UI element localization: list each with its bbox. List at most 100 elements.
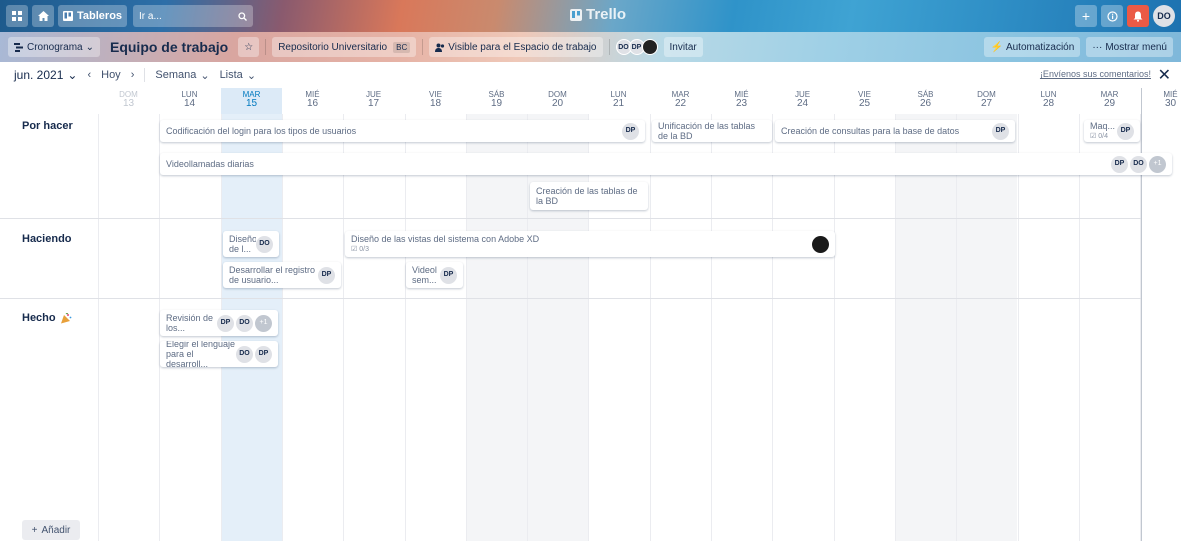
day-column bbox=[343, 114, 404, 541]
timeline-toolbar: jun. 2021 ⌄ ‹ Hoy › Semana ⌄ Lista ⌄ ¡En… bbox=[0, 62, 1181, 88]
card-elegir-lenguaje[interactable]: Elegir el lenguaje para el desarroll... … bbox=[160, 341, 278, 367]
card-videollamada-semanal[interactable]: Videol sem... DP bbox=[406, 262, 463, 288]
card-consultas-bd[interactable]: Creación de consultas para la base de da… bbox=[775, 120, 1015, 142]
day-column bbox=[1018, 114, 1079, 541]
card-unificacion-bd[interactable]: Unificación de las tablas de la BD bbox=[652, 120, 772, 142]
view-label: Cronograma bbox=[27, 41, 83, 53]
card-revision[interactable]: Revisión de los... DP DO +1 bbox=[160, 310, 278, 336]
day-number: 30 bbox=[1164, 98, 1177, 109]
bell-icon bbox=[1133, 11, 1143, 22]
day-header: LUN 21 bbox=[588, 88, 649, 114]
card-avatar[interactable]: DO bbox=[236, 345, 253, 363]
visibility-button[interactable]: Visible para el Espacio de trabajo bbox=[429, 37, 603, 57]
trello-logo[interactable]: Trello bbox=[570, 6, 626, 23]
day-number: 29 bbox=[1103, 98, 1116, 109]
show-menu-button[interactable]: ··· Mostrar menú bbox=[1086, 37, 1173, 57]
card-avatar[interactable]: DO bbox=[1130, 155, 1147, 173]
home-button[interactable] bbox=[32, 5, 54, 27]
group-dropdown[interactable]: Lista ⌄ bbox=[220, 69, 256, 82]
today-button[interactable]: Hoy bbox=[101, 69, 121, 81]
search-input[interactable]: Ir a... bbox=[133, 5, 254, 27]
card-photo-avatar[interactable] bbox=[812, 235, 829, 253]
card-creacion-tablas[interactable]: Creación de las tablas de la BD bbox=[530, 182, 648, 210]
day-header: MIÉ 16 bbox=[282, 88, 343, 114]
period-dropdown[interactable]: jun. 2021 ⌄ bbox=[14, 68, 77, 82]
star-icon: ☆ bbox=[244, 41, 254, 53]
more-members-badge[interactable]: +1 bbox=[1149, 155, 1166, 173]
party-popper-icon bbox=[60, 312, 72, 323]
info-icon bbox=[1106, 10, 1118, 22]
card-title: Codificación del login para los tipos de… bbox=[166, 126, 357, 136]
next-button[interactable]: › bbox=[131, 69, 135, 81]
card-avatar[interactable]: DP bbox=[1117, 122, 1134, 140]
day-column bbox=[405, 114, 466, 541]
card-avatar[interactable]: DP bbox=[1111, 155, 1128, 173]
card-avatar[interactable]: DP bbox=[318, 266, 335, 284]
plus-icon: + bbox=[1081, 8, 1091, 24]
trello-icon bbox=[570, 8, 582, 21]
card-diseno[interactable]: Diseño de l... DO bbox=[223, 231, 279, 257]
card-title: Creación de las tablas de la BD bbox=[536, 186, 638, 206]
close-button[interactable]: ✕ bbox=[1158, 65, 1171, 85]
workspace-button[interactable]: Repositorio Universitario BC bbox=[272, 37, 417, 57]
day-number: 15 bbox=[245, 98, 258, 109]
lane-divider bbox=[0, 218, 1141, 219]
card-avatar[interactable]: DO bbox=[236, 314, 253, 332]
day-number: 24 bbox=[796, 98, 809, 109]
checklist-value: 0/4 bbox=[1098, 132, 1108, 140]
day-number: 26 bbox=[919, 98, 932, 109]
day-number: 18 bbox=[429, 98, 442, 109]
view-switcher-button[interactable]: Cronograma ⌄ bbox=[8, 37, 100, 57]
apps-grid-button[interactable] bbox=[6, 5, 28, 27]
card-codificacion-login[interactable]: Codificación del login para los tipos de… bbox=[160, 120, 645, 142]
day-column bbox=[98, 114, 159, 541]
lane-label-haciendo: Haciendo bbox=[22, 233, 72, 245]
info-button[interactable] bbox=[1101, 5, 1123, 27]
card-avatar[interactable]: DP bbox=[255, 345, 272, 363]
scale-dropdown[interactable]: Semana ⌄ bbox=[155, 69, 209, 82]
card-avatar[interactable]: DO bbox=[256, 235, 273, 253]
previous-button[interactable]: ‹ bbox=[87, 69, 91, 81]
user-avatar[interactable]: DO bbox=[1153, 5, 1175, 27]
add-lane-button[interactable]: + Añadir bbox=[22, 520, 80, 540]
card-avatar[interactable]: DP bbox=[622, 122, 639, 140]
feedback-link[interactable]: ¡Envíenos sus comentarios! bbox=[1040, 69, 1151, 79]
day-column bbox=[282, 114, 343, 541]
day-column bbox=[895, 114, 956, 541]
grid-icon bbox=[12, 11, 22, 21]
card-diseno-vistas[interactable]: Diseño de las vistas del sistema con Ado… bbox=[345, 231, 835, 257]
card-title: Unificación de las tablas de la BD bbox=[658, 121, 756, 141]
board-title[interactable]: Equipo de trabajo bbox=[106, 39, 232, 55]
home-icon bbox=[37, 11, 49, 21]
vertical-scrollbar[interactable] bbox=[1175, 108, 1179, 538]
automation-button[interactable]: ⚡ Automatización bbox=[984, 37, 1081, 57]
card-videollamadas[interactable]: Videollamadas diarias DP DO +1 bbox=[160, 153, 1172, 175]
visibility-label: Visible para el Espacio de trabajo bbox=[448, 41, 597, 53]
day-header: SÁB 26 bbox=[895, 88, 956, 114]
lane-title: Por hacer bbox=[22, 120, 73, 132]
scale-label: Semana bbox=[155, 69, 197, 81]
lane-divider bbox=[0, 298, 1141, 299]
card-avatar[interactable]: DP bbox=[440, 266, 457, 284]
chevron-left-icon: ‹ bbox=[87, 69, 92, 81]
day-column bbox=[527, 114, 588, 541]
group-label: Lista bbox=[219, 69, 243, 81]
plus-icon: + bbox=[31, 524, 38, 536]
boards-button[interactable]: Tableros bbox=[58, 5, 128, 27]
more-members-badge[interactable]: +1 bbox=[255, 314, 272, 332]
invite-button[interactable]: Invitar bbox=[663, 37, 703, 57]
member-photo-avatar[interactable] bbox=[641, 39, 658, 55]
card-title: Elegir el lenguaje para el desarroll... bbox=[166, 341, 236, 367]
day-number: 19 bbox=[490, 98, 503, 109]
lane-label-por-hacer: Por hacer bbox=[22, 120, 73, 132]
notifications-button[interactable] bbox=[1127, 5, 1149, 27]
star-button[interactable]: ☆ bbox=[238, 37, 260, 57]
card-avatar[interactable]: DP bbox=[217, 314, 234, 332]
chevron-down-icon: ⌄ bbox=[246, 69, 257, 82]
card-avatar[interactable]: DP bbox=[992, 122, 1009, 140]
day-number: 22 bbox=[674, 98, 687, 109]
checklist-value: 0/3 bbox=[359, 245, 369, 253]
card-maqueta[interactable]: Maq... ☑ 0/4 DP bbox=[1084, 120, 1140, 142]
create-button[interactable]: + bbox=[1075, 5, 1097, 27]
card-registro-usuario[interactable]: Desarrollar el registro de usuario... DP bbox=[223, 262, 341, 288]
